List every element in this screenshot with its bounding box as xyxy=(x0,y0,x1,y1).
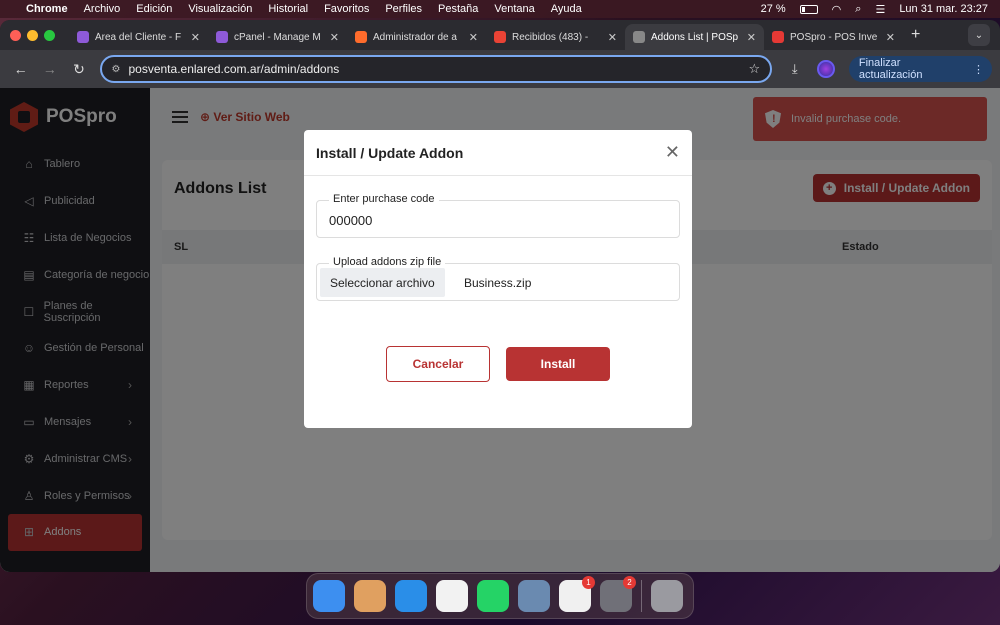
battery-icon[interactable] xyxy=(799,4,818,14)
tab-gmail[interactable]: Recibidos (483) - ✕ xyxy=(486,24,625,50)
menu-edicion[interactable]: Edición xyxy=(136,3,172,15)
tab-close-icon[interactable]: ✕ xyxy=(469,31,478,44)
tab-pospro[interactable]: POSpro - POS Inve ✕ xyxy=(764,24,903,50)
tab-close-icon[interactable]: ✕ xyxy=(747,31,756,44)
system-settings-icon[interactable]: 2 xyxy=(600,576,636,612)
menu-favoritos[interactable]: Favoritos xyxy=(324,3,369,15)
tab-cpanel[interactable]: cPanel - Manage M ✕ xyxy=(208,24,347,50)
page-viewport: POSpro ⌂Tablero◁Publicidad☷Lista de Nego… xyxy=(0,88,1000,572)
finder-icon[interactable] xyxy=(313,580,345,612)
trash-icon[interactable] xyxy=(651,580,683,612)
spotlight-search-icon[interactable]: ⌕ xyxy=(855,3,861,16)
back-arrow-icon[interactable]: ← xyxy=(8,56,33,82)
browser-toolbar: ← → ↻ ⚙ posventa.enlared.com.ar/admin/ad… xyxy=(0,50,1000,88)
tab-label: Addons List | POSp xyxy=(651,31,739,43)
tab-addons-list[interactable]: Addons List | POSp ✕ xyxy=(625,24,764,50)
tab-label: Recibidos (483) - xyxy=(512,31,589,43)
upload-zip-label: Upload addons zip file xyxy=(329,256,446,268)
tab-favicon xyxy=(216,31,228,43)
purchase-code-label: Enter purchase code xyxy=(329,193,439,205)
install-button[interactable]: Install xyxy=(506,347,610,381)
browser-window: Área del Cliente - F ✕ cPanel - Manage M… xyxy=(0,20,1000,572)
safari-icon[interactable] xyxy=(395,580,427,612)
zoom-window-button[interactable] xyxy=(44,29,55,41)
tab-search-chevron-icon[interactable]: ⌄ xyxy=(968,24,990,46)
tab-strip: Área del Cliente - F ✕ cPanel - Manage M… xyxy=(0,20,1000,50)
tab-label: cPanel - Manage M xyxy=(234,31,321,43)
menu-visualizacion[interactable]: Visualización xyxy=(188,3,252,15)
purchase-code-input[interactable]: 000000 xyxy=(329,213,372,228)
tab-area-cliente[interactable]: Área del Cliente - F ✕ xyxy=(69,24,208,50)
battery-percent: 27 % xyxy=(760,3,786,15)
tab-favicon xyxy=(494,31,506,43)
mac-menubar: Chrome Archivo Edición Visualización His… xyxy=(0,0,1000,18)
close-icon[interactable]: ✕ xyxy=(665,142,680,163)
menu-pestana[interactable]: Pestaña xyxy=(438,3,478,15)
update-button-label: Finalizar actualización xyxy=(858,57,923,81)
modal-header: Install / Update Addon ✕ xyxy=(304,130,692,176)
tab-favicon xyxy=(772,31,784,43)
reload-icon[interactable]: ↻ xyxy=(66,56,91,82)
selected-file-name: Business.zip xyxy=(464,276,532,290)
update-chrome-button[interactable]: Finalizar actualización ⋮ xyxy=(848,56,992,82)
bookmark-star-icon[interactable]: ☆ xyxy=(749,61,761,77)
profile-avatar-icon[interactable] xyxy=(817,60,835,78)
mac-dock: 12 xyxy=(306,573,694,619)
close-window-button[interactable] xyxy=(10,29,21,41)
menu-app-name[interactable]: Chrome xyxy=(26,3,68,15)
tab-label: Área del Cliente - F xyxy=(95,31,182,43)
wifi-icon[interactable]: ◠ xyxy=(832,3,842,16)
battery-level-fill xyxy=(801,6,806,12)
menubar-clock[interactable]: Lun 31 mar. 23:27 xyxy=(899,3,988,15)
modal-title: Install / Update Addon xyxy=(316,144,464,161)
new-tab-button[interactable]: + xyxy=(911,26,920,44)
upload-zip-field: Upload addons zip file Seleccionar archi… xyxy=(316,256,680,301)
tab-favicon xyxy=(355,31,367,43)
app-store-icon[interactable]: 1 xyxy=(559,576,595,612)
globe-icon xyxy=(633,31,645,43)
tab-close-icon[interactable]: ✕ xyxy=(330,31,339,44)
forward-arrow-icon[interactable]: → xyxy=(37,56,62,82)
whatsapp-icon[interactable] xyxy=(477,580,509,612)
preview-icon[interactable] xyxy=(518,580,550,612)
kebab-menu-icon: ⋮ xyxy=(973,63,984,76)
notification-badge: 2 xyxy=(623,576,636,589)
address-bar[interactable]: ⚙ posventa.enlared.com.ar/admin/addons ☆ xyxy=(99,55,773,83)
menu-ayuda[interactable]: Ayuda xyxy=(551,3,582,15)
menu-archivo[interactable]: Archivo xyxy=(84,3,121,15)
url-text[interactable]: posventa.enlared.com.ar/admin/addons xyxy=(128,62,339,76)
dock-separator xyxy=(641,580,642,612)
tab-administrador[interactable]: Administrador de a ✕ xyxy=(347,24,486,50)
tab-close-icon[interactable]: ✕ xyxy=(191,31,200,44)
control-center-icon[interactable]: ☰ xyxy=(875,3,885,16)
menu-ventana[interactable]: Ventana xyxy=(494,3,534,15)
window-controls xyxy=(10,29,55,41)
tab-close-icon[interactable]: ✕ xyxy=(886,31,895,44)
tab-label: Administrador de a xyxy=(373,31,457,43)
notification-badge: 1 xyxy=(582,576,595,589)
purchase-code-field[interactable]: Enter purchase code 000000 xyxy=(316,193,680,238)
launchpad-icon[interactable] xyxy=(354,580,386,612)
choose-file-button[interactable]: Seleccionar archivo xyxy=(320,268,445,297)
cancel-button[interactable]: Cancelar xyxy=(386,346,490,382)
menu-historial[interactable]: Historial xyxy=(268,3,308,15)
tab-close-icon[interactable]: ✕ xyxy=(608,31,617,44)
minimize-window-button[interactable] xyxy=(27,29,38,41)
chrome-icon[interactable] xyxy=(436,580,468,612)
tab-favicon xyxy=(77,31,89,43)
install-addon-modal: Install / Update Addon ✕ Enter purchase … xyxy=(304,130,692,428)
menu-perfiles[interactable]: Perfiles xyxy=(385,3,422,15)
download-icon[interactable]: ⤓ xyxy=(782,56,807,82)
site-info-icon[interactable]: ⚙ xyxy=(112,64,121,75)
tab-label: POSpro - POS Inve xyxy=(790,31,878,43)
